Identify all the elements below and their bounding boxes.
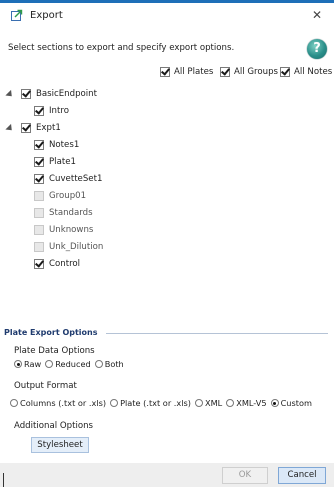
tree-node-label: Standards <box>49 208 93 218</box>
radio-label: Plate (.txt or .xls) <box>120 398 191 408</box>
tree-node-notes1[interactable]: Notes1 <box>34 140 79 150</box>
checkbox-expt1[interactable] <box>21 123 31 133</box>
tree-node-label: Plate1 <box>49 157 76 167</box>
all-groups-label: All Groups <box>234 67 279 77</box>
checkbox-box[interactable] <box>220 67 230 77</box>
checkbox-box[interactable] <box>280 67 290 77</box>
export-icon <box>11 9 23 21</box>
checkbox-unk-dilution <box>34 242 44 252</box>
radio-button[interactable] <box>110 399 119 407</box>
close-icon[interactable]: ✕ <box>312 8 322 22</box>
cancel-button[interactable]: Cancel <box>278 467 326 484</box>
radio-plate[interactable]: Plate (.txt or .xls) <box>110 398 191 408</box>
section-divider <box>106 333 328 334</box>
plate-export-options-heading: Plate Export Options <box>4 328 98 337</box>
radio-label: XML <box>204 398 223 408</box>
checkbox-standards <box>34 208 44 218</box>
tree-node-intro[interactable]: Intro <box>34 106 69 116</box>
all-groups-checkbox[interactable]: All Groups <box>220 67 278 77</box>
tree-node-label: BasicEndpoint <box>36 89 97 99</box>
expand-collapse-icon[interactable] <box>5 123 15 133</box>
tree-node-label: Intro <box>49 106 69 116</box>
tree-node-label: Unk_Dilution <box>49 242 104 252</box>
instructions-text: Select sections to export and specify ex… <box>8 43 235 53</box>
all-plates-checkbox[interactable]: All Plates <box>160 67 213 77</box>
checkbox-box[interactable] <box>160 67 170 77</box>
title-bar: Export ✕ <box>0 3 334 27</box>
radio-label: Columns (.txt or .xls) <box>20 398 107 408</box>
output-format-label: Output Format <box>14 381 77 391</box>
radio-label: XML-V5 <box>236 398 267 408</box>
tree-node-label: Expt1 <box>36 123 61 133</box>
checkbox-cuvetteset1[interactable] <box>34 174 44 184</box>
tree-node-label: Notes1 <box>49 140 80 150</box>
ok-button: OK <box>222 467 268 484</box>
radio-button[interactable] <box>14 360 22 368</box>
all-notes-label: All Notes <box>294 67 333 77</box>
tree-node-expt1[interactable]: Expt1 <box>5 123 61 133</box>
tree-node-label: Control <box>49 259 81 269</box>
plate-data-options-label: Plate Data Options <box>14 346 95 356</box>
radio-button[interactable] <box>194 399 203 407</box>
tree-node-label: Group01 <box>49 191 87 201</box>
all-notes-checkbox[interactable]: All Notes <box>280 67 332 77</box>
additional-options-label: Additional Options <box>14 421 94 431</box>
tree-node-plate1[interactable]: Plate1 <box>34 157 76 167</box>
radio-button[interactable] <box>270 399 279 407</box>
output-format-group: Columns (.txt or .xls) Plate (.txt or .x… <box>10 398 316 408</box>
help-icon[interactable]: ? <box>307 39 327 59</box>
tree-node-basicendpoint[interactable]: BasicEndpoint <box>5 89 97 99</box>
radio-xml[interactable]: XML <box>194 398 223 408</box>
radio-button[interactable] <box>45 360 54 368</box>
tree-node-control[interactable]: Control <box>34 259 80 269</box>
radio-columns[interactable]: Columns (.txt or .xls) <box>10 398 106 408</box>
tree-node-standards: Standards <box>34 208 93 218</box>
radio-raw[interactable]: Raw <box>14 359 41 369</box>
checkbox-control[interactable] <box>34 259 44 269</box>
radio-button[interactable] <box>94 360 103 368</box>
checkbox-intro[interactable] <box>34 106 44 116</box>
tree-node-unk-dilution: Unk_Dilution <box>34 242 103 252</box>
radio-button[interactable] <box>226 399 235 407</box>
stylesheet-button[interactable]: Stylesheet <box>31 437 89 453</box>
tree-node-label: Unknowns <box>49 225 94 235</box>
checkbox-group01 <box>34 191 44 201</box>
resize-edge <box>3 473 4 487</box>
radio-label: Reduced <box>55 359 91 369</box>
tree-node-unknowns: Unknowns <box>34 225 93 235</box>
radio-label: Both <box>104 359 124 369</box>
tree-node-cuvetteset1[interactable]: CuvetteSet1 <box>34 174 102 184</box>
tree-node-group01: Group01 <box>34 191 86 201</box>
expand-collapse-icon[interactable] <box>5 89 15 99</box>
radio-button[interactable] <box>10 399 18 407</box>
radio-xml-v5[interactable]: XML-V5 <box>226 398 267 408</box>
radio-both[interactable]: Both <box>94 359 124 369</box>
plate-data-options-group: Raw Reduced Both <box>14 359 128 369</box>
checkbox-notes1[interactable] <box>34 140 44 150</box>
all-plates-label: All Plates <box>174 67 214 77</box>
section-tree: BasicEndpoint Intro Expt1 Notes1 Plate1 … <box>0 85 334 325</box>
radio-reduced[interactable]: Reduced <box>45 359 91 369</box>
radio-label: Raw <box>24 359 42 369</box>
tree-node-label: CuvetteSet1 <box>49 174 103 184</box>
radio-label: Custom <box>280 398 312 408</box>
checkbox-unknowns <box>34 225 44 235</box>
window-title: Export <box>30 10 63 21</box>
radio-custom[interactable]: Custom <box>270 398 312 408</box>
checkbox-plate1[interactable] <box>34 157 44 167</box>
checkbox-basicendpoint[interactable] <box>21 89 31 99</box>
